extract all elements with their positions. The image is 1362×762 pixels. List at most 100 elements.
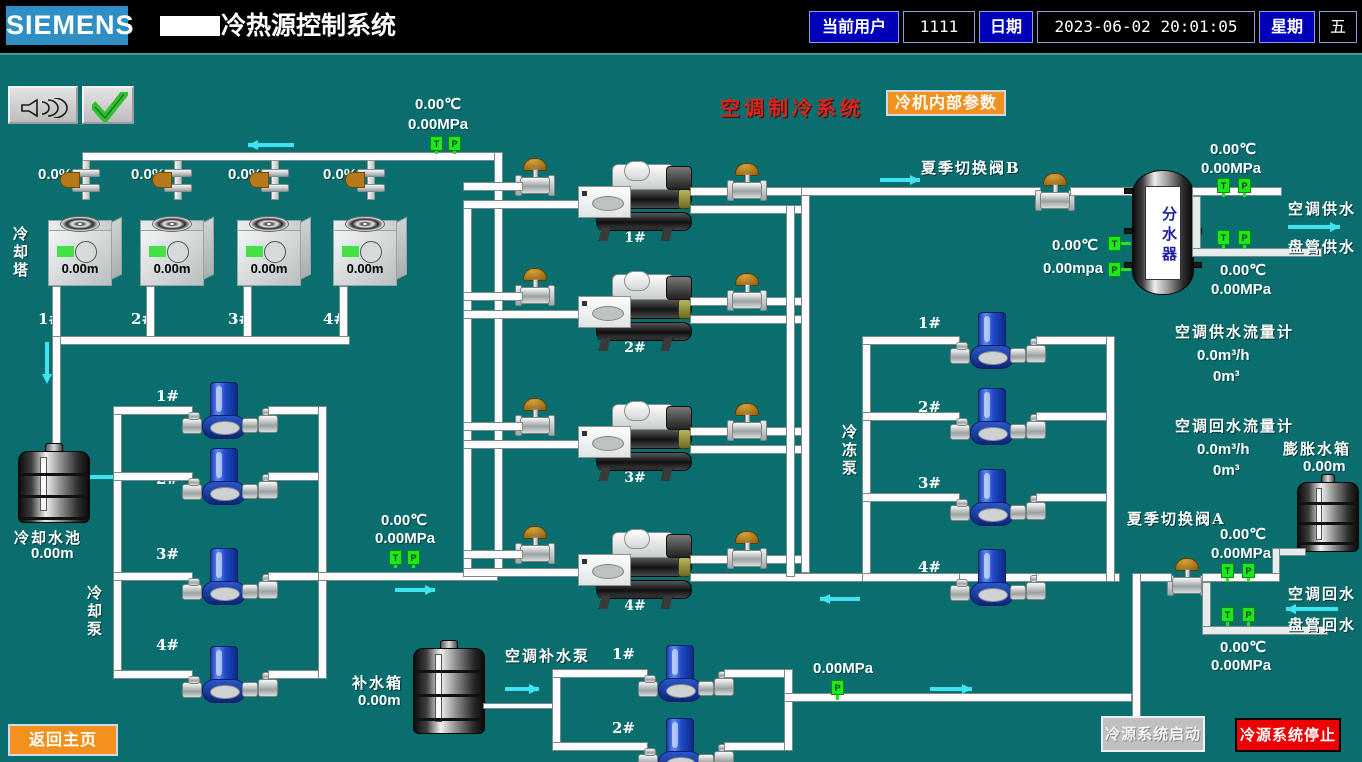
pipe-makeup-pump-out-2 [724,742,790,751]
cooling-tower-4[interactable]: 0.00m [333,216,407,288]
press-sensor-icon: P [831,680,844,695]
makeup-pump-1[interactable] [636,645,736,707]
press-sensor-icon: P [407,550,420,565]
chiller-params-button[interactable]: 冷机内部参数 [886,90,1006,116]
chiller-outlet-valve-2[interactable] [724,273,770,311]
makeup-water-tank[interactable] [413,640,485,734]
makeup-pump-2[interactable] [636,718,736,762]
pipe-cooling-pump-suction-header [113,406,122,678]
cooling-pump-id-3: 3# [156,545,180,563]
ac-return-temp: 0.00℃ [1220,526,1267,543]
pipe-chilled-pump-in-2 [862,412,960,421]
coil-return-temp: 0.00℃ [1220,639,1267,656]
press-sensor-icon: P [1238,230,1251,245]
expansion-tank-level: 0.00m [1303,458,1346,475]
flow-arrow-chilled-return [820,594,860,604]
cooling-water-pool[interactable] [18,443,90,523]
pipe-makeup-discharge-header [784,669,793,751]
coil-supply-temp: 0.00℃ [1220,262,1267,279]
alarm-sound-button[interactable] [8,86,78,124]
sensor-stem [1121,268,1131,271]
pipe-chiller-in-3a [463,422,523,431]
cooling-pump-1[interactable] [180,382,280,444]
status-lamp [149,246,166,257]
chiller-outlet-valve-4[interactable] [724,531,770,569]
chiller-3[interactable]: 3# [570,401,700,486]
tower-inlet-valve-4[interactable] [345,160,397,200]
cooling-tower-1[interactable]: 0.00m [48,216,122,288]
expansion-tank[interactable] [1297,474,1359,552]
ac-return-press: 0.00MPa [1211,545,1272,562]
weekday-value: 五 [1319,11,1357,43]
tower-inlet-valve-1[interactable] [60,160,112,200]
current-user-value[interactable]: 1111 [903,11,975,43]
temp-sensor-icon: T [1108,236,1121,251]
cooling-tower-2[interactable]: 0.00m [140,216,214,288]
pipe-cond-return-top [801,187,1041,196]
temp-sensor-icon: T [1217,178,1230,193]
status-lamp [246,246,263,257]
chiller-id-2: 2# [624,340,646,356]
home-button[interactable]: 返回主页 [8,724,118,756]
chilled-pump-2[interactable] [948,388,1048,450]
check-icon [92,92,128,122]
chiller-2[interactable]: 2# [570,271,700,356]
cooling-pump-group-label: 冷却泵 [85,585,103,639]
flow-meter-total-1: 0m³ [1213,368,1240,385]
temp-sensor-icon: T [430,136,443,151]
ac-return-label: 空调回水 [1288,585,1357,603]
tower-inlet-valve-3[interactable] [249,160,301,200]
cooling-pump-id-4: 4# [156,636,180,654]
tower-level-3: 0.00m [250,261,288,276]
chiller-id-4: 4# [624,598,646,614]
cooling-pool-level: 0.00m [31,545,74,562]
flow-arrow-makeup-supply [930,684,972,694]
cooling-pump-3[interactable] [180,548,280,610]
flow-meter-label-2: 空调回水流量计 [1175,417,1295,435]
chilled-pump-1[interactable] [948,312,1048,374]
coil-return-label: 盘管回水 [1288,616,1357,634]
cooling-pump-2[interactable] [180,448,280,510]
pipe-tower-drop-4 [339,286,348,342]
chilled-pump-3[interactable] [948,469,1048,531]
cooling-pump-4[interactable] [180,646,280,708]
pipe-tower-collect-header [52,336,350,345]
chiller-outlet-valve-3[interactable] [724,403,770,441]
pipe-tower-drop-3 [243,286,252,342]
makeup-pump-id-2: 2# [612,719,636,737]
pipe-chilled-pump-out-1 [1036,336,1114,345]
water-separator[interactable]: 分水器 [1124,170,1202,295]
chiller-outlet-valve-1[interactable] [724,163,770,201]
page-title: 冷热源控制系统 [160,8,396,44]
pipe-ac-return [1202,573,1280,582]
ac-supply-label: 空调供水 [1288,200,1357,218]
pipe-chilled-pump-out-2 [1036,412,1114,421]
flow-arrow-tower-header [248,140,294,150]
fan-icon [345,216,385,232]
pipe-makeup-out [483,703,555,709]
chilled-pump-4[interactable] [948,549,1048,611]
hmi-screen: SIEMENS 冷热源控制系统 当前用户 1111 日期 2023-06-02 … [0,0,1362,762]
pipe-to-cooling-pool [52,336,61,446]
chiller-id-1: 1# [624,230,646,246]
system-start-button[interactable]: 冷源系统启动 [1101,716,1205,752]
pipe-cooling-discharge-header [318,406,327,679]
chiller-4[interactable]: 4# [570,529,700,614]
coil-supply-label: 盘管供水 [1288,238,1357,256]
sensor-stem [1121,242,1131,245]
chiller-1[interactable]: 1# [570,161,700,246]
header-bar: SIEMENS 冷热源控制系统 当前用户 1111 日期 2023-06-02 … [0,0,1362,55]
pipe-chilled-suction-header [862,336,871,581]
expansion-tank-label: 膨胀水箱 [1283,440,1352,458]
alarm-ack-button[interactable] [82,86,134,124]
tower-inlet-valve-2[interactable] [152,160,204,200]
tower-header-press: 0.00MPa [408,116,469,133]
press-sensor-icon: P [1108,262,1121,277]
pipe-chilled-pump-in-3 [862,493,960,502]
cooling-tower-3[interactable]: 0.00m [237,216,311,288]
weekday-label: 星期 [1259,11,1315,43]
pipe-chilled-pump-in-4 [862,573,960,582]
system-stop-button[interactable]: 冷源系统停止 [1235,718,1341,752]
summer-valve-a-label: 夏季切换阀A [1127,510,1226,528]
makeup-pump-group-label: 空调补水泵 [505,647,591,665]
